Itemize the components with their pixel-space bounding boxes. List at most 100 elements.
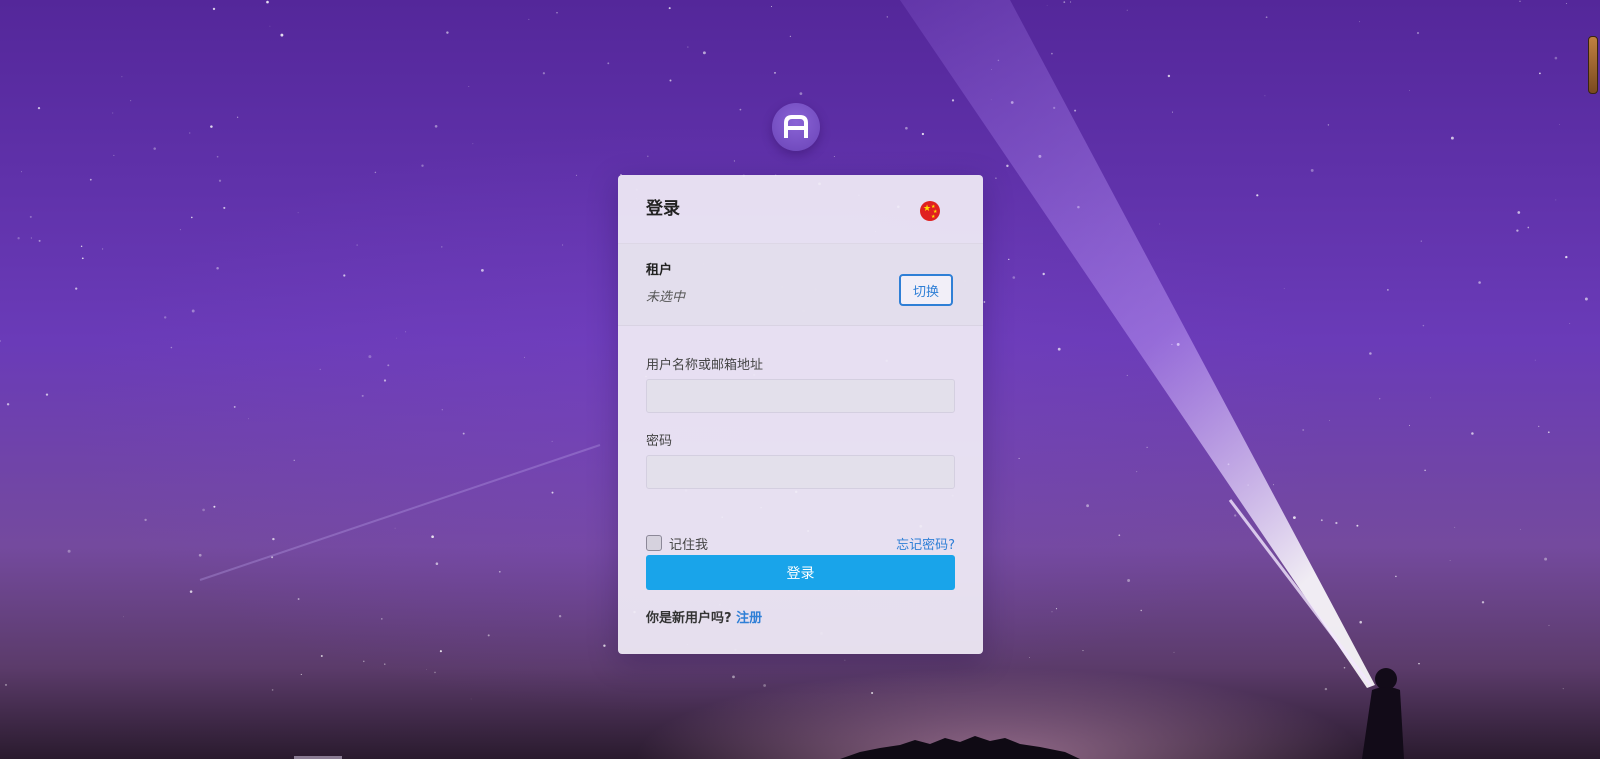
- password-label: 密码: [646, 434, 673, 449]
- star: [763, 684, 766, 687]
- star: [280, 33, 284, 37]
- register-link[interactable]: 注册: [736, 611, 762, 626]
- star: [297, 212, 299, 214]
- star: [603, 644, 606, 647]
- star: [38, 239, 41, 242]
- password-input[interactable]: [646, 455, 955, 489]
- star: [542, 72, 546, 75]
- star: [21, 171, 22, 173]
- star: [272, 537, 275, 541]
- star: [468, 86, 470, 87]
- star: [89, 178, 92, 181]
- star: [1159, 223, 1161, 225]
- star: [1538, 425, 1540, 428]
- star: [558, 615, 562, 618]
- star: [233, 405, 236, 408]
- star: [1310, 168, 1314, 172]
- star: [1265, 16, 1268, 19]
- star: [380, 618, 383, 620]
- login-button[interactable]: 登录: [646, 555, 955, 590]
- star: [1555, 199, 1557, 201]
- star: [75, 287, 78, 290]
- china-flag-icon[interactable]: ★ ★ ★ ★: [920, 201, 940, 221]
- star: [1565, 255, 1568, 259]
- star: [833, 156, 835, 157]
- star: [921, 132, 925, 136]
- star: [441, 246, 443, 248]
- star: [144, 518, 147, 522]
- star: [434, 124, 438, 128]
- star: [102, 248, 104, 250]
- tenant-label: 租户: [646, 263, 673, 278]
- star: [1302, 429, 1305, 431]
- star: [1335, 521, 1338, 525]
- star: [990, 99, 992, 101]
- star: [374, 171, 377, 174]
- star: [439, 650, 442, 653]
- star: [1051, 52, 1053, 55]
- star: [271, 556, 274, 559]
- star: [687, 46, 689, 48]
- star: [607, 62, 610, 65]
- star: [524, 356, 525, 358]
- star: [293, 459, 295, 461]
- star: [1387, 289, 1389, 291]
- star: [130, 100, 132, 102]
- star: [1126, 374, 1128, 376]
- star: [189, 590, 193, 593]
- star: [1051, 611, 1053, 613]
- star: [1046, 5, 1048, 6]
- star: [223, 206, 226, 209]
- star: [202, 508, 205, 512]
- star: [210, 125, 213, 128]
- remember-me-label[interactable]: 记住我: [669, 534, 708, 553]
- star: [871, 691, 874, 695]
- star: [1547, 431, 1550, 434]
- star: [951, 99, 955, 102]
- star: [668, 7, 671, 10]
- star: [799, 92, 803, 95]
- star: [470, 698, 472, 700]
- star: [426, 669, 428, 670]
- remember-me-checkbox[interactable]: [646, 535, 662, 551]
- star: [1057, 347, 1061, 351]
- star: [669, 79, 672, 82]
- scroll-indicator[interactable]: [1588, 36, 1598, 94]
- star: [218, 179, 222, 182]
- a-logo-icon: [784, 115, 808, 138]
- star: [269, 25, 271, 27]
- star: [153, 147, 156, 150]
- username-input[interactable]: [646, 379, 955, 413]
- star: [190, 216, 193, 219]
- star: [732, 675, 735, 679]
- star: [121, 76, 123, 78]
- star: [498, 570, 501, 573]
- star: [1010, 101, 1014, 104]
- star: [1264, 95, 1266, 97]
- star: [1118, 534, 1121, 537]
- star: [1146, 446, 1148, 449]
- star: [446, 31, 449, 34]
- star: [434, 671, 436, 674]
- star: [67, 549, 71, 553]
- switch-tenant-button[interactable]: 切换: [899, 274, 953, 306]
- tenant-value: 未选中: [646, 290, 686, 305]
- star: [1018, 457, 1020, 459]
- star: [1420, 240, 1422, 242]
- star: [739, 108, 742, 111]
- forgot-password-link[interactable]: 忘记密码?: [896, 534, 955, 553]
- star: [1554, 56, 1558, 60]
- star: [487, 634, 490, 637]
- star: [113, 154, 115, 156]
- star: [0, 340, 2, 342]
- app-logo: [772, 103, 820, 151]
- star: [1517, 211, 1521, 214]
- star: [1409, 424, 1410, 426]
- star: [1584, 297, 1588, 301]
- star: [435, 562, 439, 565]
- star: [361, 394, 364, 397]
- star: [387, 364, 390, 367]
- star: [163, 316, 167, 319]
- star: [1008, 258, 1010, 261]
- star: [774, 72, 776, 74]
